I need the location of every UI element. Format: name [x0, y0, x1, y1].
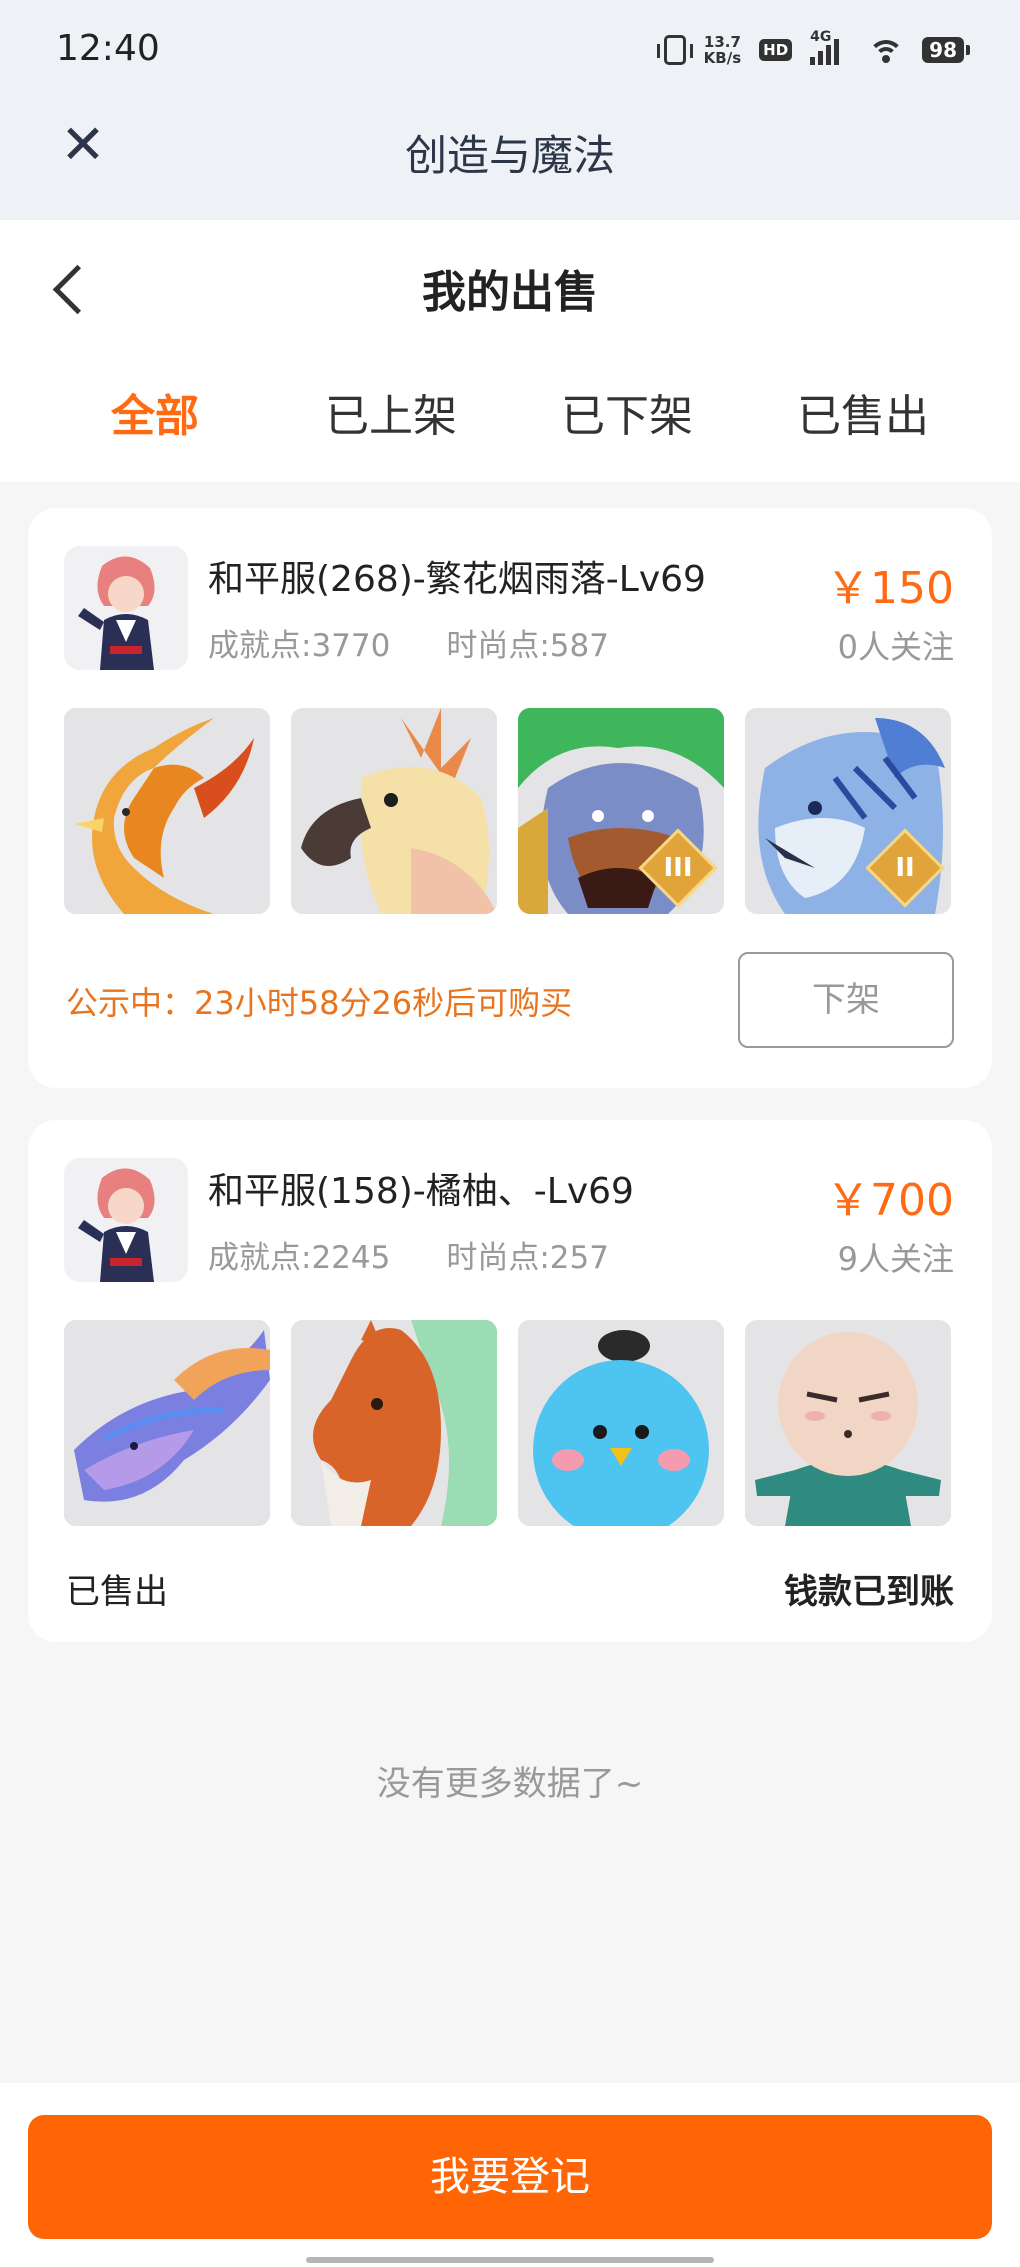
tab-bar: 全部 已上架 已下架 已售出 [0, 380, 1020, 444]
hd-icon: HD [759, 39, 793, 61]
rank-badge-label: III [663, 853, 693, 883]
tab-all[interactable]: 全部 [37, 380, 273, 444]
app-title: 创造与魔法 [404, 131, 615, 180]
follower-count: 0人关注 [837, 628, 954, 666]
azure-dragon-mount-image[interactable] [64, 1320, 270, 1526]
signal-icon: 4G [810, 29, 850, 65]
fashion-points: 时尚点:257 [446, 1240, 609, 1276]
network-speed: 13.7 KB/s [704, 34, 741, 66]
character-avatar [64, 1158, 188, 1282]
achievement-points: 成就点:2245 [208, 1240, 391, 1276]
no-more-data: 没有更多数据了~ [376, 1764, 644, 1804]
follower-count: 9人关注 [837, 1240, 954, 1278]
price: ￥150 [826, 563, 954, 614]
register-button[interactable]: 我要登记 [28, 2115, 992, 2239]
price: ￥700 [826, 1175, 954, 1226]
account-stats: 成就点:2245 时尚点:257 [208, 1232, 609, 1277]
listing-card[interactable]: 和平服(158)-橘柚、-Lv69 成就点:2245 时尚点:257 ￥700 … [28, 1120, 992, 1642]
battery-icon: 98 [922, 37, 970, 63]
achievement-points: 成就点:3770 [208, 628, 391, 664]
fire-horse-mount-image[interactable] [291, 1320, 497, 1526]
phoenix-mount-image[interactable] [64, 708, 270, 914]
payment-status: 钱款已到账 [784, 1572, 954, 1612]
page-header: 我的出售 全部 已上架 已下架 已售出 [0, 220, 1020, 482]
fashion-points: 时尚点:587 [446, 628, 609, 664]
item-gallery: III II [64, 708, 951, 914]
cockatoo-mount-image[interactable] [291, 708, 497, 914]
delist-button[interactable]: 下架 [738, 952, 954, 1048]
bald-doll-pet-image[interactable] [745, 1320, 951, 1526]
bottom-bar: 我要登记 [0, 2083, 1020, 2267]
blue-bird-pet-image[interactable] [518, 1320, 724, 1526]
frost-tiger-mount-image[interactable]: II [745, 708, 951, 914]
app-bar: ✕ 创造与魔法 [0, 100, 1020, 220]
warlion-mount-image[interactable]: III [518, 708, 724, 914]
vibrate-icon [656, 35, 693, 65]
listing-card[interactable]: 和平服(268)-繁花烟雨落-Lv69 成就点:3770 时尚点:587 ￥15… [28, 508, 992, 1088]
page-title: 我的出售 [422, 267, 598, 318]
item-gallery [64, 1320, 951, 1526]
tab-delisted[interactable]: 已下架 [509, 380, 745, 444]
home-indicator[interactable] [306, 2257, 714, 2263]
rank-badge-label: II [895, 853, 915, 883]
server-name: 和平服(268)-繁花烟雨落-Lv69 [208, 559, 706, 600]
network-type: 4G [810, 29, 832, 45]
publicity-notice: 公示中：23小时58分26秒后可购买 [66, 984, 573, 1022]
network-speed-unit: KB/s [703, 49, 742, 67]
server-name: 和平服(158)-橘柚、-Lv69 [208, 1171, 634, 1212]
account-stats: 成就点:3770 时尚点:587 [208, 620, 609, 665]
status-time: 12:40 [56, 28, 160, 69]
wifi-icon [868, 36, 905, 64]
character-avatar [64, 546, 188, 670]
tab-listed[interactable]: 已上架 [273, 380, 509, 444]
sold-status: 已售出 [66, 1572, 168, 1612]
tab-sold[interactable]: 已售出 [745, 380, 981, 444]
status-bar: 12:40 13.7 KB/s HD 4G 98 [0, 0, 1020, 100]
status-icons: 13.7 KB/s HD 4G 98 [656, 29, 970, 70]
network-speed-value: 13.7 [703, 33, 741, 51]
